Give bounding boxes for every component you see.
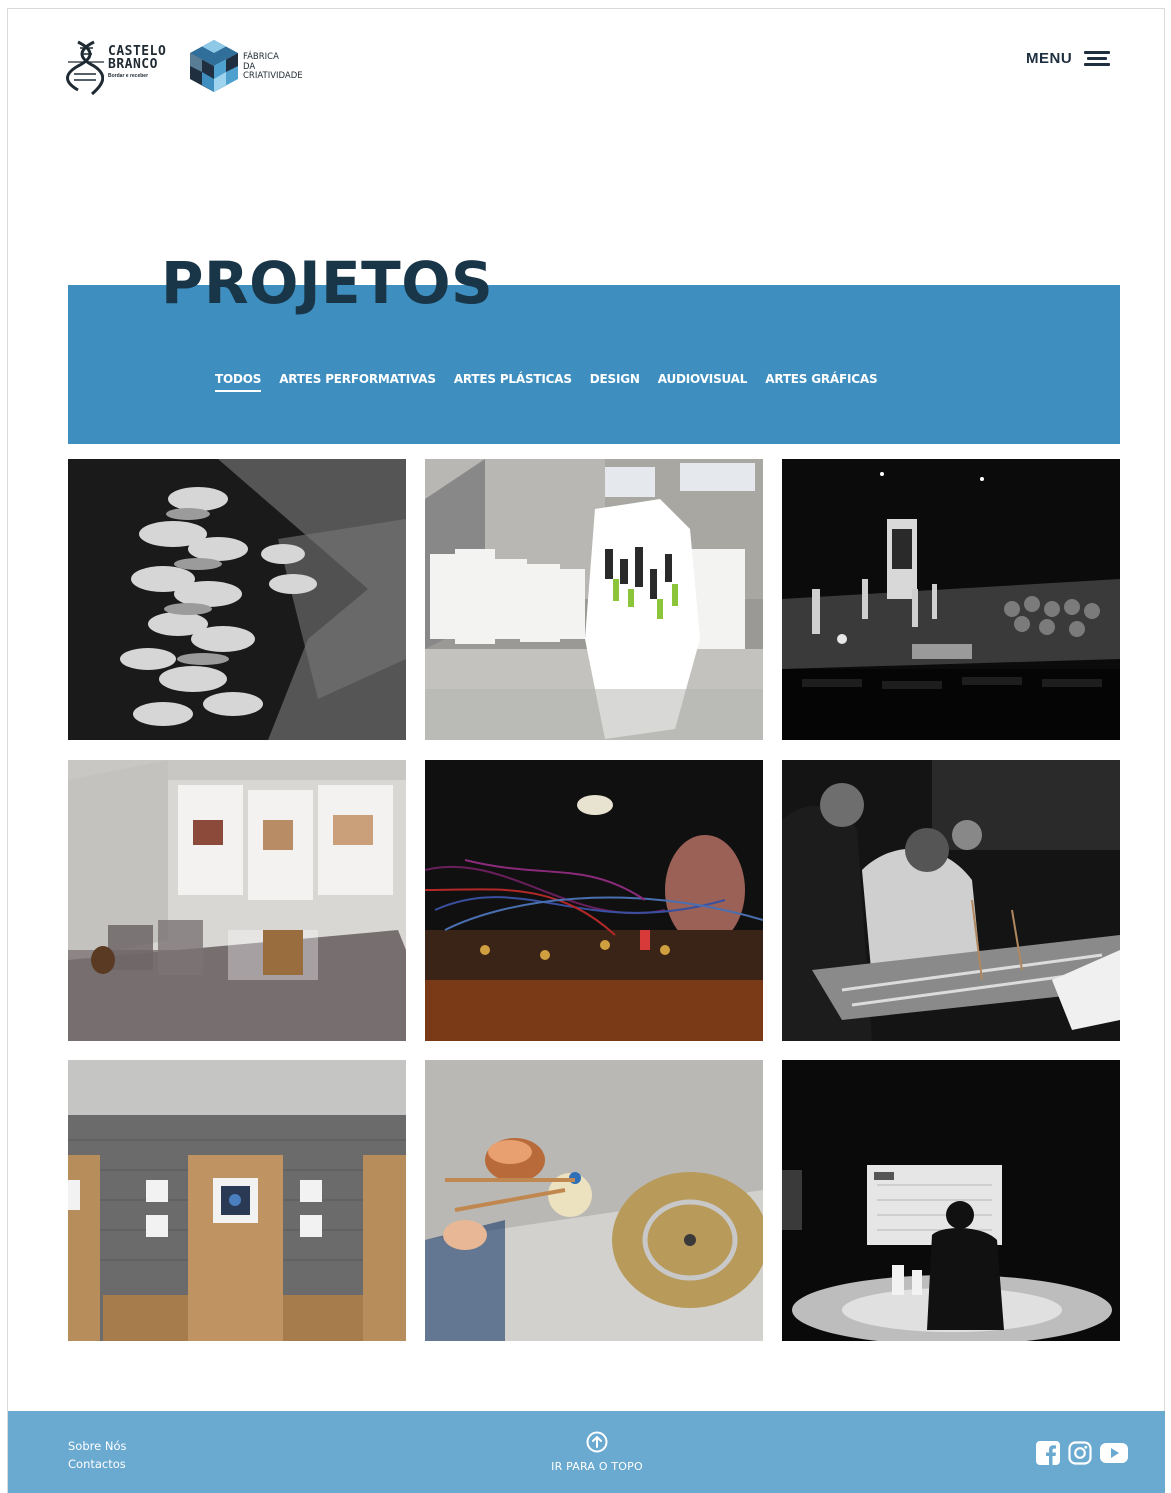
- filter-artes-plasticas[interactable]: ARTES PLÁSTICAS: [454, 372, 572, 392]
- back-to-top-label: IR PARA O TOPO: [551, 1460, 643, 1473]
- site-header: CASTELO BRANCO Bordar e receber FÁBRICA …: [0, 0, 1171, 110]
- project-image-wood-panels: [68, 1060, 406, 1341]
- filter-artes-performativas[interactable]: ARTES PERFORMATIVAS: [279, 372, 436, 392]
- footer-link-contactos[interactable]: Contactos: [68, 1455, 126, 1473]
- project-image-percussion-players: [782, 760, 1120, 1041]
- dna-helix-icon: [66, 40, 104, 96]
- project-image-modular-synth: [425, 760, 763, 1041]
- logo-text-branco: BRANCO: [108, 57, 158, 72]
- youtube-icon[interactable]: [1100, 1442, 1128, 1469]
- project-image-projection-presenter: [782, 1060, 1120, 1341]
- menu-button[interactable]: MENU: [1026, 48, 1111, 68]
- filter-todos[interactable]: TODOS: [215, 372, 261, 392]
- category-filters: TODOS ARTES PERFORMATIVAS ARTES PLÁSTICA…: [215, 372, 895, 392]
- fabrica-criatividade-logo[interactable]: FÁBRICA DA CRIATIVIDADE: [190, 40, 320, 96]
- filter-audiovisual[interactable]: AUDIOVISUAL: [658, 372, 748, 392]
- footer-link-sobre-nos[interactable]: Sobre Nós: [68, 1437, 126, 1455]
- project-tile-4[interactable]: [68, 760, 406, 1041]
- project-tile-2[interactable]: [425, 459, 763, 740]
- project-tile-7[interactable]: [68, 1060, 406, 1341]
- page-title: PROJETOS: [161, 249, 494, 317]
- castelo-branco-logo[interactable]: CASTELO BRANCO Bordar e receber: [66, 40, 178, 96]
- back-to-top-button[interactable]: IR PARA O TOPO: [542, 1431, 652, 1473]
- project-tile-9[interactable]: [782, 1060, 1120, 1341]
- project-tile-3[interactable]: [782, 459, 1120, 740]
- project-tile-6[interactable]: [782, 760, 1120, 1041]
- geometric-cube-icon: [190, 40, 238, 92]
- project-image-white-shirts: [425, 459, 763, 740]
- logo-text-criatividade: CRIATIVIDADE: [243, 71, 303, 81]
- instagram-icon[interactable]: [1068, 1441, 1092, 1470]
- project-tile-8[interactable]: [425, 1060, 763, 1341]
- project-image-design-display: [68, 760, 406, 1041]
- site-footer: Sobre Nós Contactos IR PARA O TOPO: [8, 1411, 1165, 1493]
- project-tile-1[interactable]: [68, 459, 406, 740]
- menu-label: MENU: [1026, 49, 1073, 67]
- filter-artes-graficas[interactable]: ARTES GRÁFICAS: [765, 372, 877, 392]
- filter-design[interactable]: DESIGN: [590, 372, 640, 392]
- hamburger-icon: [1084, 48, 1111, 68]
- footer-links: Sobre Nós Contactos: [68, 1437, 126, 1473]
- logo-tagline: Bordar e receber: [108, 73, 149, 79]
- project-tile-5[interactable]: [425, 760, 763, 1041]
- social-links: [1028, 1441, 1128, 1470]
- project-image-banana-sculpture: [68, 459, 406, 740]
- project-image-stage-performance: [782, 459, 1120, 740]
- facebook-icon[interactable]: [1036, 1441, 1060, 1470]
- project-image-percussion-table: [425, 1060, 763, 1341]
- arrow-up-circle-icon: [586, 1431, 608, 1453]
